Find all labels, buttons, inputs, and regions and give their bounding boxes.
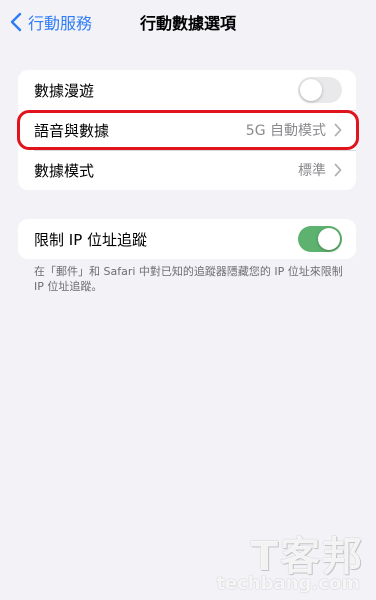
- data-roaming-label: 數據漫遊: [34, 81, 95, 100]
- limit-ip-tracking-label: 限制 IP 位址追蹤: [34, 230, 148, 249]
- data-mode-row[interactable]: 數據模式 標準: [18, 150, 356, 190]
- limit-ip-tracking-row: 限制 IP 位址追蹤: [18, 219, 356, 259]
- data-mode-label: 數據模式: [34, 161, 95, 180]
- cellular-options-group: 數據漫遊 語音與數據 5G 自動模式 數據模式 標準: [18, 70, 356, 190]
- ip-tracking-group: 限制 IP 位址追蹤: [18, 219, 356, 259]
- limit-ip-tracking-toggle[interactable]: [298, 226, 342, 252]
- voice-data-value: 5G 自動模式: [245, 123, 326, 139]
- chevron-right-icon: [334, 163, 342, 177]
- watermark-logo: T客邦 techbang.com: [216, 524, 368, 594]
- data-roaming-row: 數據漫遊: [18, 70, 356, 110]
- ip-tracking-footnote: 在「郵件」和 Safari 中對已知的追蹤器隱藏您的 IP 位址來限制 IP 位…: [34, 265, 343, 293]
- data-mode-value: 標準: [298, 163, 326, 179]
- watermark-brand: T客邦: [250, 534, 364, 580]
- data-roaming-toggle[interactable]: [298, 77, 342, 103]
- page-title: 行動數據選項: [139, 14, 236, 33]
- voice-data-label: 語音與數據: [34, 121, 110, 140]
- voice-data-row[interactable]: 語音與數據 5G 自動模式: [18, 110, 356, 150]
- navigation-bar: 行動服務 行動數據選項: [0, 0, 376, 44]
- watermark-url: techbang.com: [216, 573, 360, 594]
- chevron-right-icon: [334, 123, 342, 137]
- toggle-knob: [318, 228, 340, 250]
- toggle-knob: [300, 79, 322, 101]
